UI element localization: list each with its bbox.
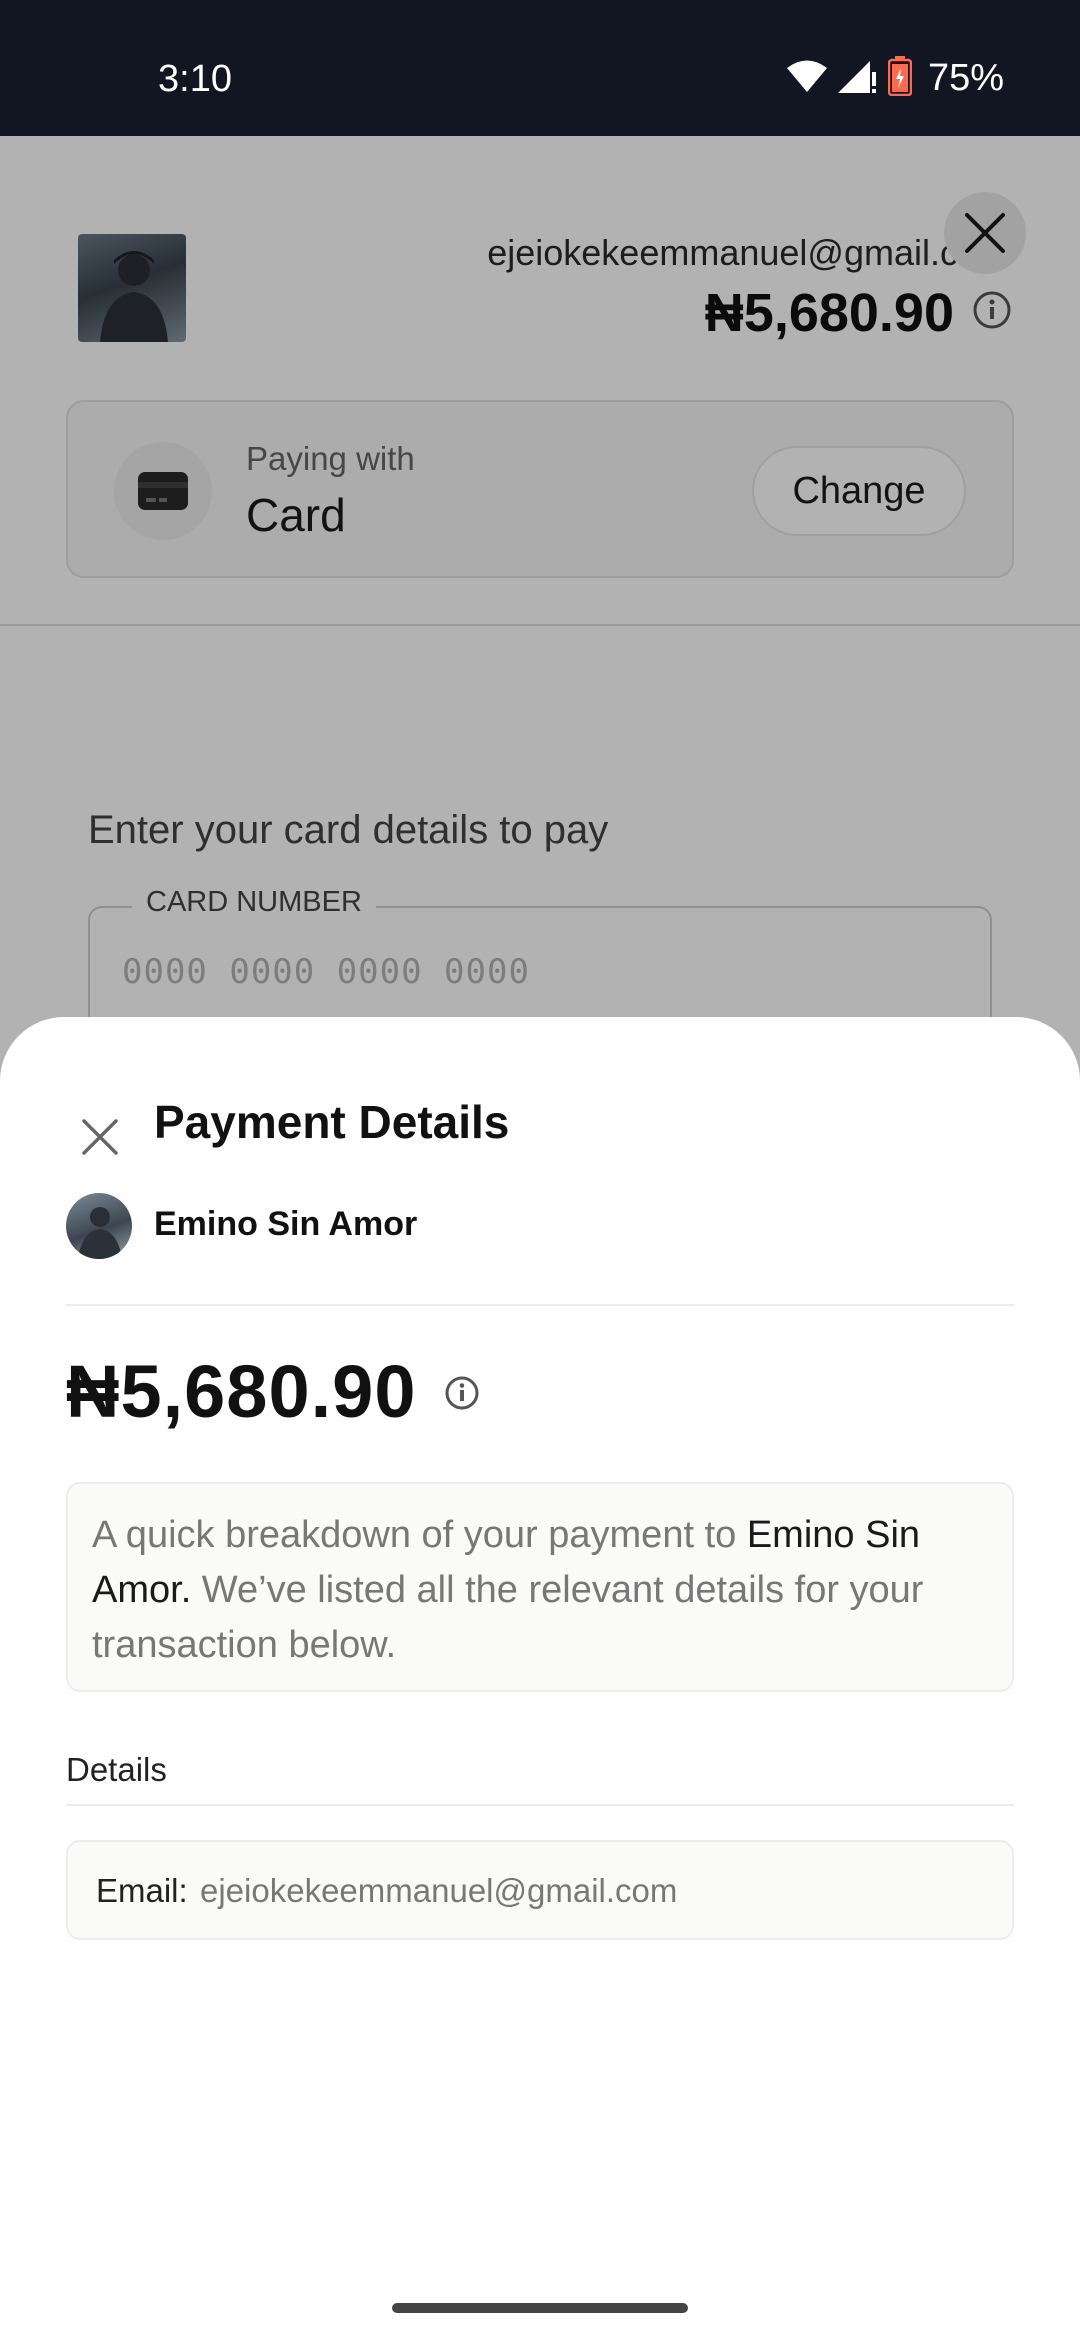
payment-details-sheet: Payment Details Emino Sin Amor ₦5,680.90… [0,1017,1080,2340]
sheet-title: Payment Details [154,1096,510,1148]
email-label: Email: [96,1872,188,1909]
close-icon [82,1119,118,1155]
recipient-avatar [66,1193,132,1259]
breakdown-prefix: A quick breakdown of your payment to [92,1514,747,1556]
info-icon[interactable] [444,1375,480,1411]
home-indicator[interactable] [392,2303,688,2313]
payment-amount: ₦5,680.90 [66,1350,417,1433]
wifi-icon [786,59,828,98]
status-icons: 75% [786,56,1004,101]
breakdown-description: A quick breakdown of your payment to Emi… [66,1482,1014,1692]
email-detail-row: Email: ejeiokekeemmanuel@gmail.com [66,1840,1014,1940]
email-value: ejeiokekeemmanuel@gmail.com [200,1872,678,1909]
divider [66,1304,1014,1306]
details-heading: Details [66,1751,167,1788]
cell-signal-icon [837,58,878,99]
battery-percent: 75% [927,57,1004,99]
battery-icon [887,56,913,101]
status-bar: 3:10 75% [0,0,1080,136]
breakdown-suffix: We’ve listed all the relevant details fo… [92,1569,924,1666]
divider [66,1804,1014,1806]
status-time: 3:10 [158,58,232,100]
recipient-name: Emino Sin Amor [154,1205,418,1243]
sheet-close-button[interactable] [80,1117,120,1157]
